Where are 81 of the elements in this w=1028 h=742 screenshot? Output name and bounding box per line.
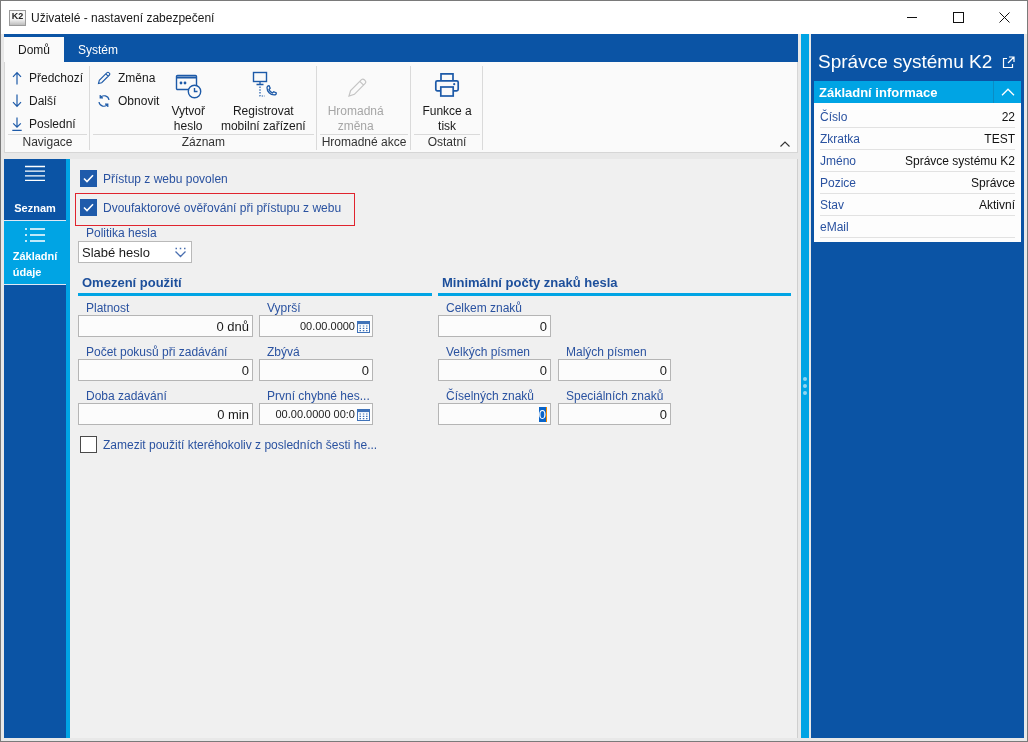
ribbon-group-label: Záznam <box>93 134 314 150</box>
arrow-up-icon <box>12 70 22 85</box>
ribbon-button[interactable]: Další <box>8 89 88 112</box>
ribbon-group-label: Ostatní <box>414 134 480 150</box>
input-field[interactable]: 0 dnů <box>78 315 253 337</box>
ribbon-button[interactable]: Předchozí <box>8 66 88 89</box>
arrow-down-to-line-icon <box>12 116 22 131</box>
section-header: Minimální počty znaků hesla <box>438 273 791 296</box>
ribbon-tab[interactable]: Systém <box>64 37 133 62</box>
date-field[interactable]: 00.00.0000 <box>259 315 373 337</box>
info-label: eMail <box>820 219 849 234</box>
info-value: Správce <box>970 175 1015 190</box>
splitter-handle[interactable] <box>801 34 809 738</box>
list-icon <box>24 227 46 243</box>
field-label: Zbývá <box>266 345 300 359</box>
input-field[interactable]: 0 <box>438 403 551 425</box>
checkbox[interactable] <box>80 170 97 187</box>
field-label: První chybné hes... <box>266 389 370 403</box>
input-field[interactable]: 0 <box>558 359 671 381</box>
panel-title: Správce systému K2 <box>818 50 993 74</box>
calendar-icon[interactable] <box>357 319 370 333</box>
maximize-icon <box>952 12 964 23</box>
pencil-icon <box>97 70 112 85</box>
input-field[interactable]: 0 <box>558 403 671 425</box>
field-label: Velkých písmen <box>445 345 531 359</box>
input-field[interactable]: 0 min <box>78 403 253 425</box>
ribbon-group-label: Hromadné akce <box>319 134 409 150</box>
checkbox-label: Dvoufaktorové ověřování při přístupu z webu <box>103 200 342 215</box>
input-field[interactable]: 0 <box>438 315 551 337</box>
check-icon <box>83 174 94 183</box>
checkbox-label: Zamezit použití kteréhokoliv z posledních šesti he... <box>103 437 378 452</box>
checkbox[interactable] <box>80 199 97 216</box>
chevron-up-icon <box>1000 88 1015 96</box>
field-label: Speciálních znaků <box>565 389 664 403</box>
ribbon-button[interactable]: Změna <box>93 66 164 89</box>
ribbon-tab[interactable]: Domů <box>4 37 64 62</box>
field-label: Vyprší <box>266 301 301 315</box>
input-field[interactable]: 0 <box>78 359 253 381</box>
input-field[interactable]: 0 <box>259 359 373 381</box>
ribbon-button[interactable]: Registrovat mobilní zařízení <box>212 66 314 134</box>
calendar-icon[interactable] <box>357 407 370 421</box>
ribbon-button[interactable]: Vytvoř heslo <box>163 66 213 134</box>
dropdown-chevron-icon <box>174 246 187 258</box>
field-label: Politika hesla <box>86 226 157 240</box>
info-label: Číslo <box>820 109 848 124</box>
menu-icon <box>24 165 46 181</box>
popout-icon[interactable] <box>1002 55 1015 69</box>
info-value: Aktivní <box>979 197 1015 212</box>
field-label: Číselných znaků <box>445 389 535 403</box>
field-label: Platnost <box>85 301 130 315</box>
field-label: Doba zadávání <box>85 389 167 403</box>
dropdown[interactable]: Slabé heslo <box>78 241 192 263</box>
printer-icon <box>433 71 462 99</box>
chevron-up-icon[interactable] <box>780 141 790 147</box>
section-header: Omezení použití <box>78 273 432 296</box>
close-icon <box>998 12 1010 23</box>
info-label: Stav <box>820 197 844 212</box>
arrow-down-icon <box>12 93 22 108</box>
ribbon-button[interactable]: Poslední <box>8 112 88 135</box>
ribbon-button[interactable]: Funkce a tisk <box>414 66 480 134</box>
field-label: Celkem znaků <box>445 301 523 315</box>
info-label: Zkratka <box>820 131 860 146</box>
info-value: 22 <box>1001 109 1015 124</box>
minimize-icon <box>907 17 917 18</box>
checkbox-label: Přístup z webu povolen <box>103 171 228 186</box>
input-field[interactable]: 0 <box>438 359 551 381</box>
info-value: Správce systému K2 <box>904 153 1015 168</box>
info-value: TEST <box>984 131 1015 146</box>
check-icon <box>83 203 94 212</box>
window-title: Uživatelé - nastavení zabezpečení <box>31 10 215 25</box>
field-label: Počet pokusů při zadávání <box>85 345 228 359</box>
card-title: Základní informace <box>818 84 939 100</box>
checkbox[interactable] <box>80 436 97 453</box>
date-field[interactable]: 00.00.0000 00:0 <box>259 403 373 425</box>
info-label: Jméno <box>820 153 857 168</box>
ribbon-button[interactable]: Obnovit <box>93 89 164 112</box>
refresh-icon <box>97 93 112 108</box>
ribbon-group-label: Navigace <box>8 134 88 150</box>
app-logo: K2 <box>9 9 26 26</box>
field-label: Malých písmen <box>565 345 647 359</box>
info-label: Pozice <box>820 175 857 190</box>
